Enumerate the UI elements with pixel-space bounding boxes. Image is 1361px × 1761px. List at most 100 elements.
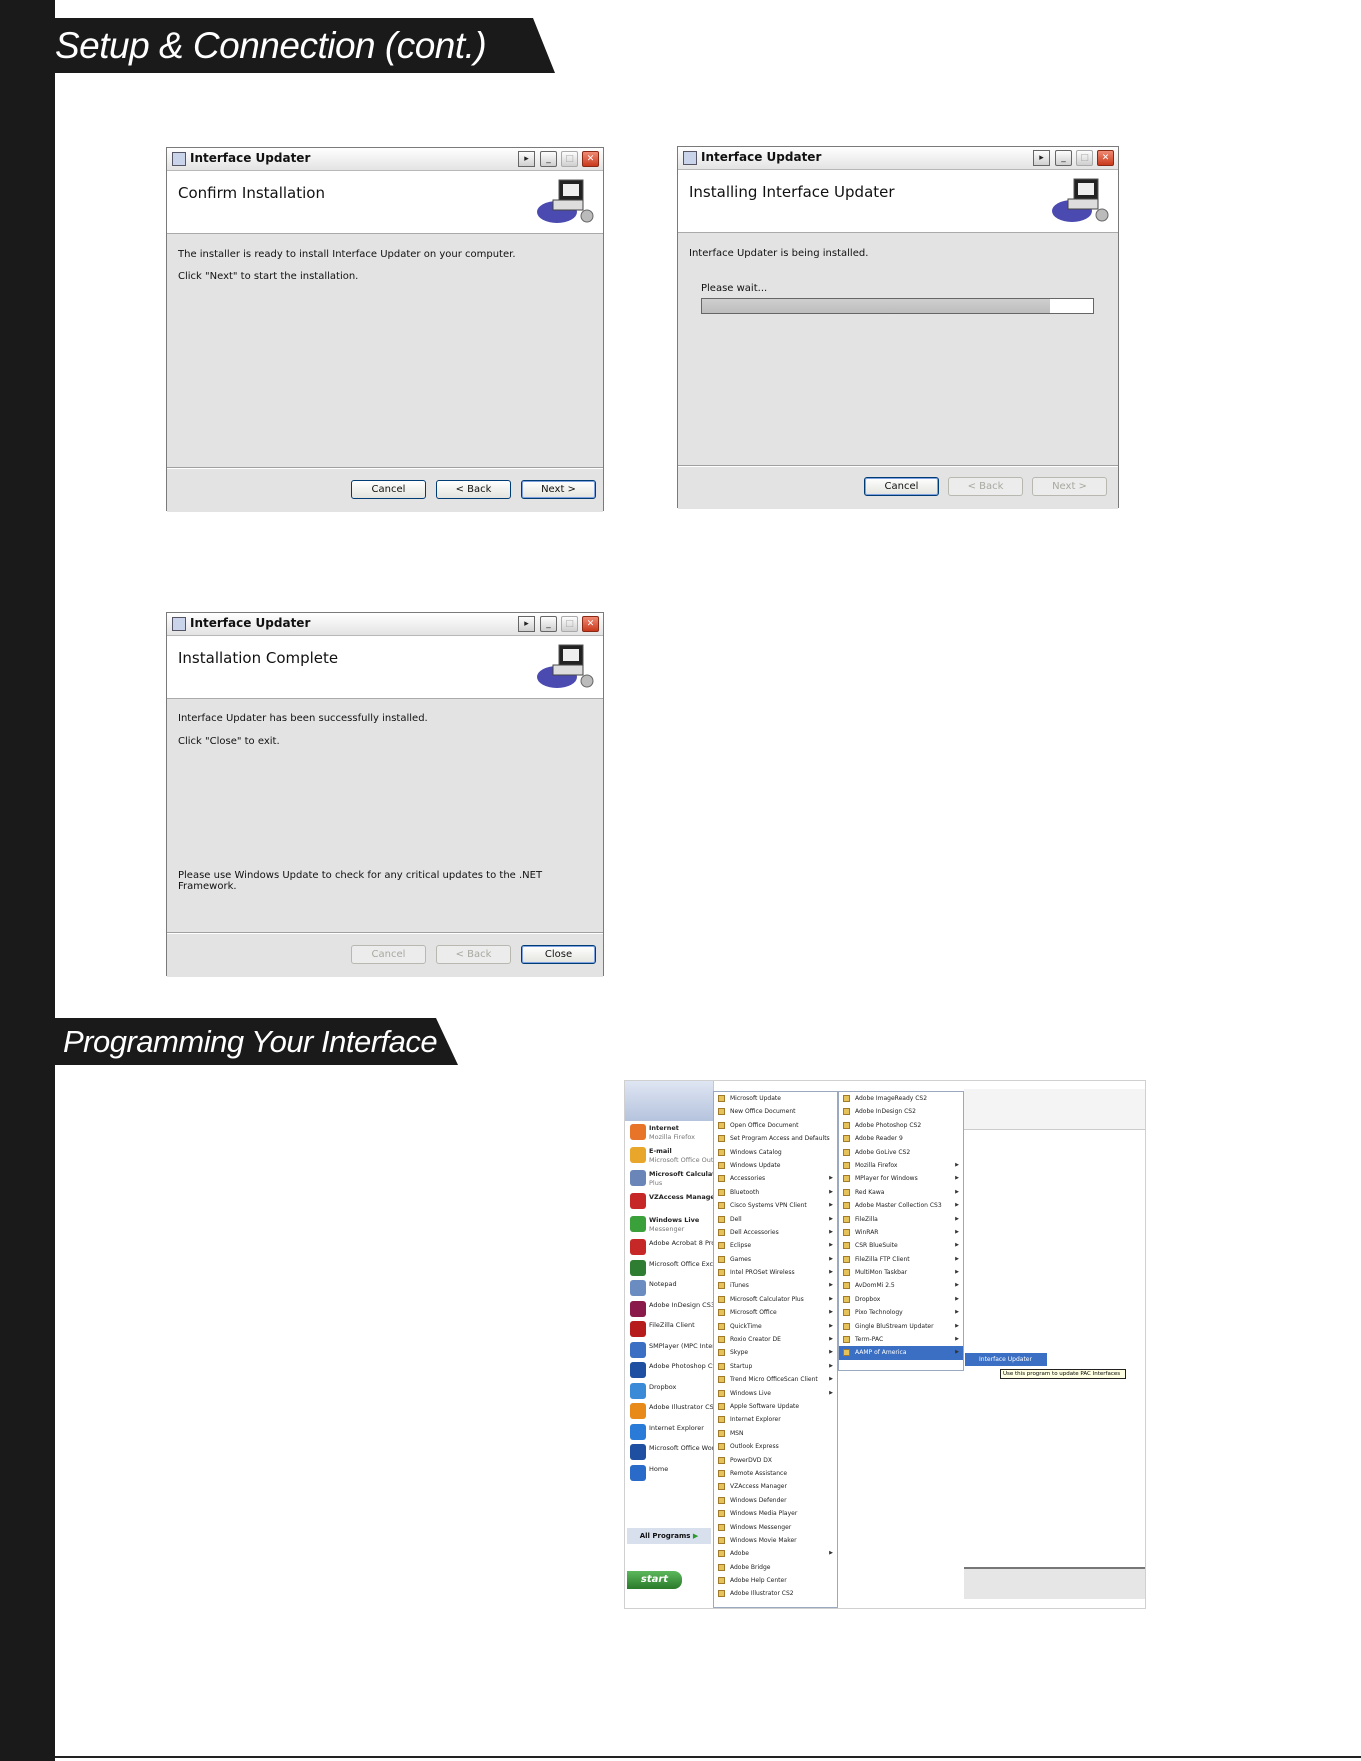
menu-arrow-icon[interactable]: ▸	[518, 151, 535, 167]
pinned-item[interactable]: Microsoft Calculat Plus	[625, 1167, 713, 1190]
programs-menu-item[interactable]: Windows Defender	[714, 1494, 837, 1507]
programs-menu-item[interactable]: Skype ▶	[714, 1346, 837, 1359]
recent-program-item[interactable]: Internet Explorer	[625, 1421, 713, 1442]
programs-menu-item[interactable]: Outlook Express	[714, 1440, 837, 1453]
programs-menu-item[interactable]: Bluetooth ▶	[714, 1186, 837, 1199]
folder-icon	[718, 1161, 725, 1169]
programs-menu-item-label: Windows Catalog	[730, 1148, 782, 1156]
programs-menu-item[interactable]: FileZilla FTP Client ▶	[839, 1253, 963, 1266]
programs-menu-item[interactable]: Adobe Help Center	[714, 1574, 837, 1587]
pinned-item[interactable]: Internet Mozilla Firefox	[625, 1121, 713, 1144]
close-icon[interactable]: ✕	[582, 151, 599, 167]
programs-menu-item[interactable]: Remote Assistance	[714, 1467, 837, 1480]
programs-menu-item[interactable]: Internet Explorer	[714, 1413, 837, 1426]
menu-arrow-icon[interactable]: ▸	[518, 616, 535, 632]
close-button[interactable]: Close	[521, 945, 596, 964]
programs-menu-item[interactable]: Startup ▶	[714, 1360, 837, 1373]
close-icon[interactable]: ✕	[1097, 150, 1114, 166]
programs-menu-item[interactable]: MSN	[714, 1427, 837, 1440]
programs-menu-item[interactable]: Mozilla Firefox ▶	[839, 1159, 963, 1172]
programs-menu-item[interactable]: Adobe Illustrator CS2	[714, 1587, 837, 1600]
back-button[interactable]: < Back	[436, 480, 511, 499]
all-programs-button[interactable]: All Programs ▶	[627, 1528, 711, 1544]
programs-menu-item[interactable]: New Office Document	[714, 1105, 837, 1118]
programs-menu-item[interactable]: Eclipse ▶	[714, 1239, 837, 1252]
cancel-button[interactable]: Cancel	[864, 477, 939, 496]
programs-menu-item[interactable]: Adobe ImageReady CS2	[839, 1092, 963, 1105]
program-icon	[630, 1259, 646, 1276]
programs-menu-item[interactable]: Microsoft Office ▶	[714, 1306, 837, 1319]
programs-menu-item[interactable]: Dropbox ▶	[839, 1293, 963, 1306]
programs-menu-item[interactable]: Roxio Creator DE ▶	[714, 1333, 837, 1346]
programs-menu-item[interactable]: Cisco Systems VPN Client ▶	[714, 1199, 837, 1212]
programs-menu-item[interactable]: PowerDVD DX	[714, 1454, 837, 1467]
programs-menu-item[interactable]: Windows Messenger	[714, 1521, 837, 1534]
programs-menu-item[interactable]: Pixo Technology ▶	[839, 1306, 963, 1319]
programs-menu-item[interactable]: Windows Catalog	[714, 1146, 837, 1159]
submenu-arrow-icon: ▶	[829, 1322, 833, 1329]
programs-menu-item[interactable]: Windows Update	[714, 1159, 837, 1172]
programs-menu-item[interactable]: Set Program Access and Defaults	[714, 1132, 837, 1145]
programs-menu-item[interactable]: AAMP of America ▶	[839, 1346, 963, 1360]
programs-menu-item[interactable]: Gingle BluStream Updater ▶	[839, 1320, 963, 1333]
programs-menu-item[interactable]: Windows Live ▶	[714, 1387, 837, 1400]
folder-icon	[843, 1108, 850, 1116]
programs-menu-item[interactable]: Dell ▶	[714, 1213, 837, 1226]
programs-menu-item[interactable]: QuickTime ▶	[714, 1320, 837, 1333]
programs-menu-item[interactable]: Accessories ▶	[714, 1172, 837, 1185]
programs-menu-item[interactable]: Windows Media Player	[714, 1507, 837, 1520]
programs-menu-item[interactable]: Microsoft Update	[714, 1092, 837, 1105]
programs-menu-item[interactable]: AvDomMi 2.5 ▶	[839, 1279, 963, 1292]
programs-menu-item[interactable]: CSR BlueSuite ▶	[839, 1239, 963, 1252]
pinned-item[interactable]: VZAccess Manage	[625, 1190, 713, 1213]
cancel-button[interactable]: Cancel	[351, 480, 426, 499]
recent-program-item[interactable]: FileZilla Client	[625, 1318, 713, 1339]
next-button[interactable]: Next >	[521, 480, 596, 499]
programs-menu-item[interactable]: FileZilla ▶	[839, 1213, 963, 1226]
recent-program-item[interactable]: Microsoft Office Exce	[625, 1257, 713, 1278]
pinned-item[interactable]: E-mail Microsoft Office Outl	[625, 1144, 713, 1167]
programs-menu-item-label: Term-PAC	[855, 1336, 884, 1344]
programs-menu-item[interactable]: WinRAR ▶	[839, 1226, 963, 1239]
recent-program-item[interactable]: Adobe InDesign CS3	[625, 1298, 713, 1319]
recent-program-item[interactable]: Microsoft Office Wor	[625, 1441, 713, 1462]
programs-menu-item[interactable]: Windows Movie Maker	[714, 1534, 837, 1547]
recent-program-item[interactable]: Dropbox	[625, 1380, 713, 1401]
minimize-button[interactable]: _	[1055, 150, 1072, 166]
close-icon[interactable]: ✕	[582, 616, 599, 632]
interface-updater-menu-item[interactable]: Interface Updater	[965, 1353, 1047, 1366]
menu-arrow-icon[interactable]: ▸	[1033, 150, 1050, 166]
programs-menu-item[interactable]: MultiMon Taskbar ▶	[839, 1266, 963, 1279]
start-button[interactable]: start	[627, 1571, 682, 1589]
programs-menu-item[interactable]: Adobe Reader 9	[839, 1132, 963, 1145]
programs-menu-item[interactable]: Adobe Photoshop CS2	[839, 1119, 963, 1132]
programs-menu-item[interactable]: Adobe GoLive CS2	[839, 1146, 963, 1159]
minimize-button[interactable]: _	[540, 616, 557, 632]
programs-menu-item[interactable]: Games ▶	[714, 1253, 837, 1266]
recent-program-item[interactable]: Home	[625, 1462, 713, 1483]
programs-menu-item[interactable]: iTunes ▶	[714, 1279, 837, 1292]
programs-menu-item[interactable]: Adobe ▶	[714, 1547, 837, 1560]
programs-menu-item[interactable]: Trend Micro OfficeScan Client ▶	[714, 1373, 837, 1386]
pinned-item[interactable]: Windows Live Messenger	[625, 1213, 713, 1236]
programs-menu-item[interactable]: Adobe InDesign CS2	[839, 1105, 963, 1118]
programs-menu-item[interactable]: Intel PROSet Wireless ▶	[714, 1266, 837, 1279]
programs-menu-item[interactable]: MPlayer for Windows ▶	[839, 1172, 963, 1185]
recent-program-item[interactable]: Adobe Photoshop CS	[625, 1359, 713, 1380]
programs-menu-item-label: PowerDVD DX	[730, 1456, 773, 1464]
programs-menu-item[interactable]: Red Kawa ▶	[839, 1186, 963, 1199]
programs-menu-item[interactable]: Adobe Master Collection CS3 ▶	[839, 1199, 963, 1212]
minimize-button[interactable]: _	[540, 151, 557, 167]
programs-menu-item[interactable]: Adobe Bridge	[714, 1561, 837, 1574]
programs-menu-item-label: WinRAR	[855, 1228, 879, 1236]
programs-menu-item[interactable]: Open Office Document	[714, 1119, 837, 1132]
recent-program-item[interactable]: SMPlayer (MPC Inter	[625, 1339, 713, 1360]
recent-program-item[interactable]: Adobe Acrobat 8 Professional	[625, 1236, 713, 1257]
programs-menu-item[interactable]: Dell Accessories ▶	[714, 1226, 837, 1239]
recent-program-item[interactable]: Notepad	[625, 1277, 713, 1298]
programs-menu-item[interactable]: Microsoft Calculator Plus ▶	[714, 1293, 837, 1306]
programs-menu-item[interactable]: VZAccess Manager	[714, 1480, 837, 1493]
programs-menu-item[interactable]: Term-PAC ▶	[839, 1333, 963, 1346]
programs-menu-item[interactable]: Apple Software Update	[714, 1400, 837, 1413]
recent-program-item[interactable]: Adobe Illustrator CS	[625, 1400, 713, 1421]
